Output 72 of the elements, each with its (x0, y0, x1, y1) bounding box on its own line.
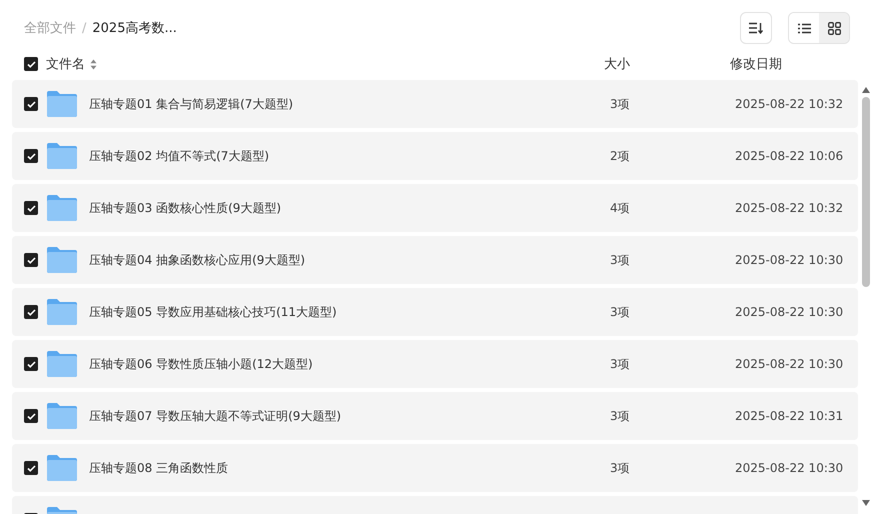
select-all-checkbox[interactable] (24, 57, 38, 71)
folder-icon (47, 351, 77, 377)
check-icon (26, 152, 36, 160)
scroll-up-icon[interactable] (862, 87, 870, 93)
row-checkbox[interactable] (24, 357, 38, 371)
modified-date: 2025-08-22 10:30 (735, 253, 844, 267)
file-size: 3项 (610, 252, 631, 268)
file-name: 压轴专题05 导数应用基础核心技巧(11大题型) (89, 304, 338, 320)
file-name: 压轴专题03 函数核心性质(9大题型) (89, 200, 282, 216)
check-icon (26, 100, 36, 108)
folder-icon (47, 247, 77, 273)
scroll-down-icon[interactable] (862, 500, 870, 506)
file-row[interactable]: 压轴专题02 均值不等式(7大题型) 2项 2025-08-22 10:06 (12, 132, 858, 180)
check-icon (26, 464, 36, 472)
modified-date: 2025-08-22 10:32 (735, 97, 844, 111)
column-header[interactable]: 大小 (604, 55, 630, 73)
modified-date: 2025-08-22 10:30 (735, 461, 844, 475)
row-checkbox[interactable] (24, 253, 38, 267)
column-header[interactable]: 修改日期 (730, 55, 782, 73)
check-icon (26, 412, 36, 420)
grid-view-button[interactable] (819, 13, 849, 43)
row-checkbox[interactable] (24, 201, 38, 215)
folder-icon (47, 91, 77, 117)
row-checkbox[interactable] (24, 461, 38, 475)
check-icon (26, 60, 36, 68)
file-size: 4项 (610, 200, 631, 216)
check-icon (26, 256, 36, 264)
file-name: 压轴专题04 抽象函数核心应用(9大题型) (89, 252, 306, 268)
file-row[interactable]: 压轴专题03 函数核心性质(9大题型) 4项 2025-08-22 10:32 (12, 184, 858, 232)
file-size: 2项 (610, 148, 631, 164)
folder-icon (47, 299, 77, 325)
file-name: 压轴专题06 导数性质压轴小题(12大题型) (89, 356, 314, 372)
file-size: 3项 (610, 356, 631, 372)
folder-icon (47, 403, 77, 429)
file-name: 压轴专题01 集合与简易逻辑(7大题型) (89, 96, 294, 112)
breadcrumb-separator: / (82, 20, 86, 36)
file-row[interactable]: 压轴专题05 导数应用基础核心技巧(11大题型) 3项 2025-08-22 10:30 (12, 288, 858, 336)
breadcrumb-item: 2025高考数... (92, 20, 177, 37)
folder-icon (47, 195, 77, 221)
check-icon (26, 360, 36, 368)
file-size: 3项 (610, 460, 631, 476)
check-icon (26, 204, 36, 212)
file-size: 3项 (610, 304, 631, 320)
row-checkbox[interactable] (24, 305, 38, 319)
sort-arrows-icon[interactable] (90, 58, 97, 70)
modified-date: 2025-08-22 10:30 (735, 305, 844, 319)
row-checkbox[interactable] (24, 97, 38, 111)
row-checkbox[interactable] (24, 149, 38, 163)
folder-icon (47, 143, 77, 169)
column-header[interactable]: 文件名 (46, 55, 85, 73)
file-size: 3项 (610, 96, 631, 112)
scrollbar-thumb[interactable] (862, 97, 870, 287)
file-row[interactable]: 压轴专题01 集合与简易逻辑(7大题型) 3项 2025-08-22 10:32 (12, 80, 858, 128)
row-checkbox[interactable] (24, 409, 38, 423)
file-row[interactable]: 压轴专题08 三角函数性质 3项 2025-08-22 10:30 (12, 444, 858, 492)
sort-icon (749, 22, 763, 34)
grid-icon (828, 22, 840, 34)
sort-button[interactable] (740, 12, 772, 44)
file-row[interactable]: 压轴专题06 导数性质压轴小题(12大题型) 3项 2025-08-22 10:30 (12, 340, 858, 388)
modified-date: 2025-08-22 10:31 (735, 409, 844, 423)
modified-date: 2025-08-22 10:30 (735, 357, 844, 371)
list-icon (798, 22, 810, 34)
file-name: 压轴专题02 均值不等式(7大题型) (89, 148, 270, 164)
file-name: 压轴专题08 三角函数性质 (89, 460, 230, 476)
modified-date: 2025-08-22 10:06 (735, 149, 844, 163)
file-row[interactable]: 压轴专题04 抽象函数核心应用(9大题型) 3项 2025-08-22 10:30 (12, 236, 858, 284)
file-name: 压轴专题07 导数压轴大题不等式证明(9大题型) (89, 408, 342, 424)
folder-icon (47, 455, 77, 481)
check-icon (26, 308, 36, 316)
file-size: 3项 (610, 408, 631, 424)
file-row[interactable]: 压轴专题07 导数压轴大题不等式证明(9大题型) 3项 2025-08-22 10:31 (12, 392, 858, 440)
modified-date: 2025-08-22 10:32 (735, 201, 844, 215)
